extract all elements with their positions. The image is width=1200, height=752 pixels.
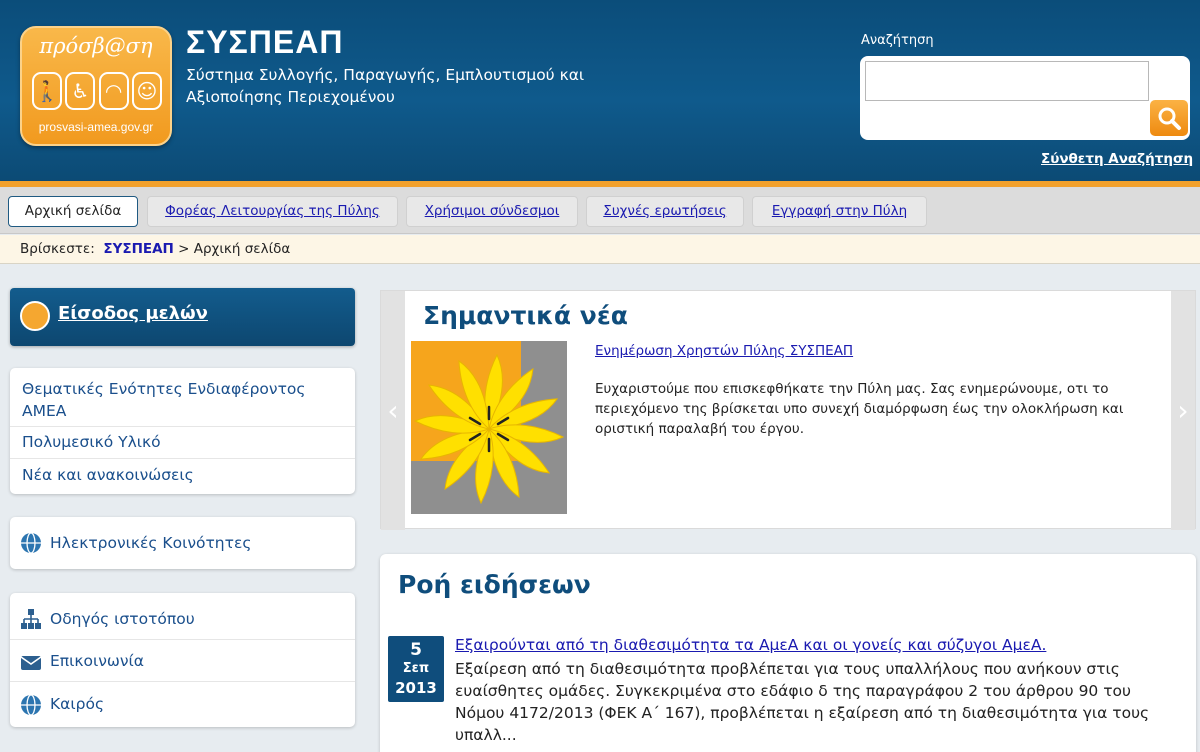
search-input[interactable] [865,61,1149,101]
important-news-slider: ‹ › Σημαντικά νέα Ενημέρωση Χρηστών Πύλη… [380,290,1196,530]
sidebar-item-sitemap[interactable]: Οδηγός ιστοτόπου [10,593,355,639]
site-logo[interactable]: πρόσβ@ση 🚶 ♿ ◠ ☺ prosvasi-amea.gov.gr [20,26,172,146]
breadcrumb-separator: > [178,241,190,257]
important-news-title: Σημαντικά νέα [423,301,628,330]
sunflower-logo-icon [411,341,567,514]
magnifier-icon [1158,107,1181,130]
news-feed: Ροή ειδήσεων 5 Σεπ 2013 Εξαιρούνται από … [380,554,1196,752]
globe-icon [21,532,41,554]
breadcrumb-root-link[interactable]: ΣΥΣΠΕΑΠ [103,241,174,257]
hearing-icon: ◠ [98,72,129,110]
tab-operator[interactable]: Φορέας Λειτουργίας της Πύλης [147,196,398,227]
site-name: ΣΥΣΠΕΑΠ [186,24,344,60]
slider-prev-button[interactable]: ‹ [381,291,405,530]
sidebar-item-topics[interactable]: Θεματικές Ενότητες Ενδιαφέροντος ΑΜΕΑ [10,368,355,426]
news-date-day: 5 [410,640,422,660]
important-news-body: Ευχαριστούμε που επισκεφθήκατε την Πύλη … [595,381,1124,437]
search-label: Αναζήτηση [861,33,934,48]
logo-url: prosvasi-amea.gov.gr [38,120,154,134]
news-item-body: Εξαίρεση από τη διαθεσιμότητα προβλέπετα… [455,660,1150,744]
sidebar-item-label: Ηλεκτρονικές Κοινότητες [50,534,252,552]
sidebar-item-label: Οδηγός ιστοτόπου [50,610,195,628]
news-date-badge: 5 Σεπ 2013 [388,636,444,702]
tab-useful-links[interactable]: Χρήσιμοι σύνδεσμοι [406,196,578,227]
slider-next-button[interactable]: › [1171,291,1195,530]
member-login-label: Είσοδος μελών [58,303,208,324]
advanced-search-link[interactable]: Σύνθετη Αναζήτηση [1041,151,1193,167]
globe-icon [21,694,41,716]
site-header: πρόσβ@ση 🚶 ♿ ◠ ☺ prosvasi-amea.gov.gr ΣΥ… [0,0,1200,183]
blind-person-icon: 🚶 [32,72,62,110]
sidebar-item-label: Θεματικές Ενότητες Ενδιαφέροντος ΑΜΕΑ [22,380,306,420]
news-feed-title: Ροή ειδήσεων [398,570,591,599]
sidebar-item-multimedia[interactable]: Πολυμεσικό Υλικό [10,426,355,458]
sidebar-item-label: Καιρός [50,695,105,713]
logo-accessibility-icons: 🚶 ♿ ◠ ☺ [32,72,162,112]
wheelchair-icon: ♿ [65,72,96,110]
sidebar-item-label: Νέα και ανακοινώσεις [22,466,194,484]
breadcrumb-current: Αρχική σελίδα [193,241,291,257]
news-item-link[interactable]: Εξαιρούνται από τη διαθεσιμότητα τα ΑμεΑ… [455,636,1046,654]
search-box [860,56,1190,140]
site-subtitle: Σύστημα Συλλογής, Παραγωγής, Εμπλουτισμο… [186,66,585,106]
sidebar-item-weather[interactable]: Καιρός [10,681,355,727]
tab-register[interactable]: Εγγραφή στην Πύλη [752,196,927,227]
main-nav: Αρχική σελίδα Φορέας Λειτουργίας της Πύλ… [0,187,1200,234]
sidebar-panel-site: Οδηγός ιστοτόπου Επικοινωνία Καιρός [10,593,355,727]
sidebar-panel-topics: Θεματικές Ενότητες Ενδιαφέροντος ΑΜΕΑ Πο… [10,368,355,494]
user-icon [20,301,50,331]
important-news-link[interactable]: Ενημέρωση Χρηστών Πύλης ΣΥΣΠΕΑΠ [595,343,853,359]
sidebar-item-communities[interactable]: Ηλεκτρονικές Κοινότητες [10,517,355,569]
sidebar-item-news[interactable]: Νέα και ανακοινώσεις [10,458,355,494]
member-login-button[interactable]: Είσοδος μελών [10,288,355,346]
sidebar-item-label: Πολυμεσικό Υλικό [22,433,161,451]
sidebar-panel-communities: Ηλεκτρονικές Κοινότητες [10,517,355,569]
tab-faq[interactable]: Συχνές ερωτήσεις [586,196,744,227]
news-date-year: 2013 [395,679,437,697]
sitemap-icon [21,609,41,629]
search-button[interactable] [1150,100,1188,136]
breadcrumb-prefix: Βρίσκεστε: [20,241,95,257]
news-image[interactable] [411,341,567,514]
breadcrumb: Βρίσκεστε: ΣΥΣΠΕΑΠ > Αρχική σελίδα [0,235,1200,264]
logo-title: πρόσβ@ση [39,34,153,58]
tab-home[interactable]: Αρχική σελίδα [8,196,138,227]
head-profile-icon: ☺ [131,72,162,110]
envelope-icon [20,656,42,670]
sidebar-item-label: Επικοινωνία [50,652,144,670]
news-date-month: Σεπ [402,661,430,676]
sidebar-item-contact[interactable]: Επικοινωνία [10,639,355,681]
